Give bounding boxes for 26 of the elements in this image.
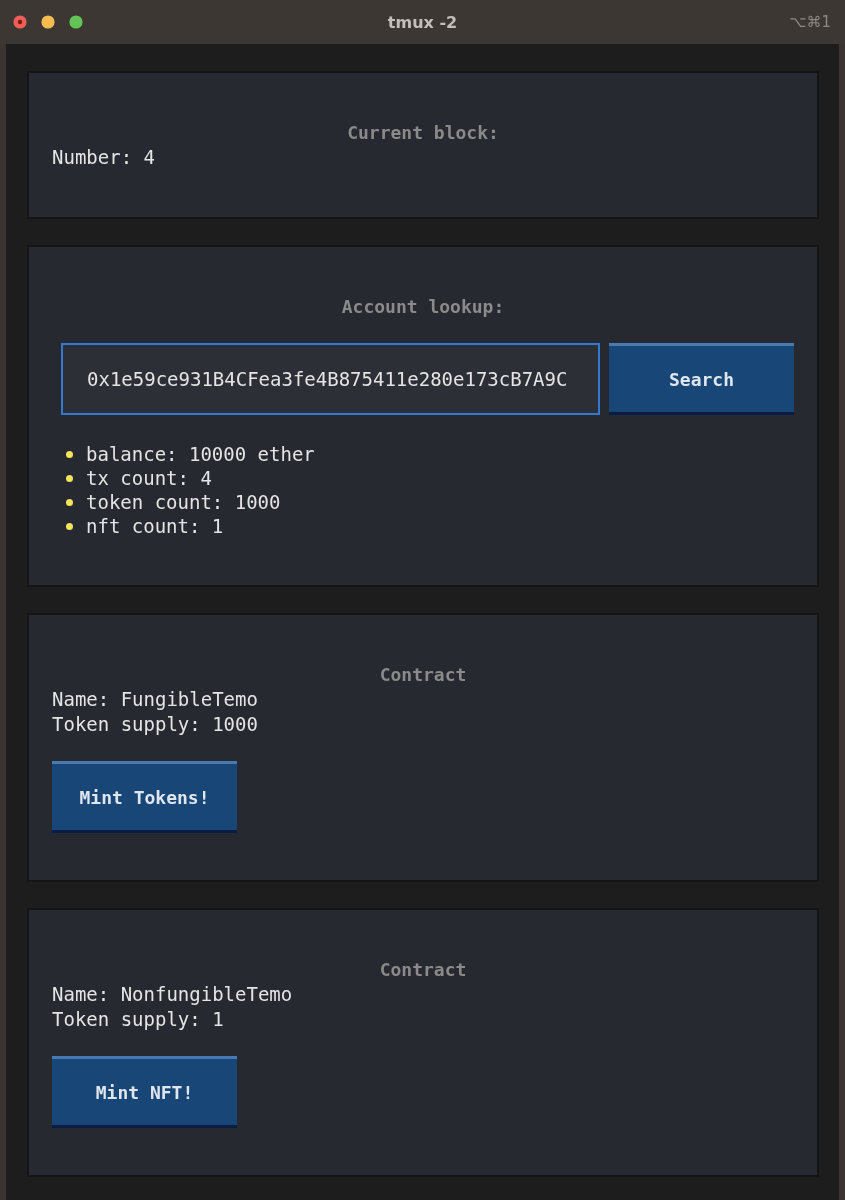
account-detail-text: tx count: 4 (86, 466, 212, 490)
mint-button[interactable]: Mint NFT! (52, 1056, 237, 1128)
info-text: Number: 4 (52, 145, 156, 170)
contract-info-text: Token supply: 1000 (52, 712, 259, 737)
contract-info-text: Name: NonfungibleTemo (52, 982, 294, 1007)
contract-info-text: Name: FungibleTemo (52, 687, 259, 712)
minimize-button[interactable] (41, 15, 55, 29)
mint-button[interactable]: Mint Tokens! (52, 761, 237, 833)
section-heading: Account lookup: (340, 295, 506, 319)
section-heading: Current block: (346, 121, 500, 145)
zoom-button[interactable] (69, 15, 83, 29)
account-detail-text: nft count: 1 (86, 514, 224, 538)
bullet-icon (66, 522, 73, 530)
section-heading: Contract (378, 663, 468, 687)
search-button[interactable]: Search (609, 343, 794, 415)
bullet-icon (66, 474, 73, 482)
close-button[interactable] (13, 15, 27, 29)
shortcut-text: ⌥⌘1 (789, 13, 832, 31)
window-title: tmux -2 (387, 12, 458, 32)
contract-info-text: Token supply: 1 (52, 1007, 225, 1032)
address-field[interactable]: 0x1e59ce931B4CFea3fe4B875411e280e173cB7A9C (61, 343, 600, 415)
bullet-icon (66, 498, 73, 506)
bullet-icon (66, 450, 73, 458)
section-heading: Contract (378, 958, 468, 982)
account-detail-text: balance: 10000 ether (86, 442, 315, 466)
account-detail-text: token count: 1000 (86, 490, 281, 514)
